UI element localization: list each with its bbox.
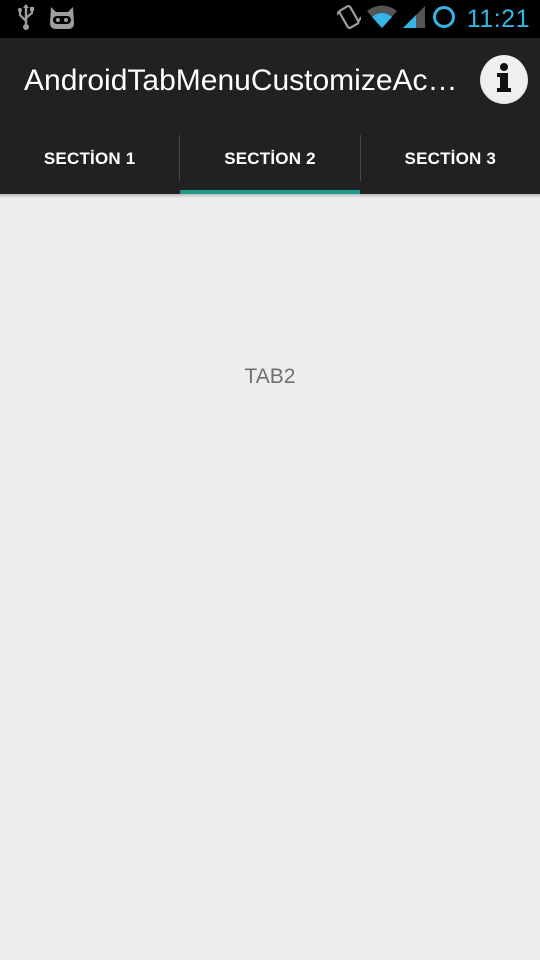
signal-icon bbox=[402, 4, 425, 34]
vibrate-icon bbox=[335, 3, 362, 35]
tab-content-text: TAB2 bbox=[244, 365, 296, 388]
tab-bar: SECTİON 1 SECTİON 2 SECTİON 3 bbox=[0, 124, 540, 194]
status-bar-right: 11:21 bbox=[335, 3, 530, 35]
cyanogenmod-icon bbox=[48, 3, 76, 35]
tab-label: SECTİON 2 bbox=[224, 149, 316, 168]
tab-section-2[interactable]: SECTİON 2 bbox=[180, 124, 360, 194]
status-bar-clock: 11:21 bbox=[466, 4, 530, 33]
tab-section-3[interactable]: SECTİON 3 bbox=[361, 124, 540, 194]
usb-icon bbox=[16, 3, 36, 35]
sync-icon bbox=[431, 4, 457, 34]
screen: 11:21 AndroidTabMenuCustomizeAc… SECTİON… bbox=[0, 0, 540, 960]
status-bar-left bbox=[16, 4, 76, 34]
app-title: AndroidTabMenuCustomizeAc… bbox=[24, 64, 458, 97]
tab-section-1[interactable]: SECTİON 1 bbox=[0, 124, 179, 194]
info-button[interactable] bbox=[480, 54, 528, 106]
tab-label: SECTİON 3 bbox=[404, 149, 497, 168]
tab-bar-shadow bbox=[0, 194, 540, 198]
wifi-icon bbox=[366, 4, 397, 34]
info-icon bbox=[480, 54, 528, 106]
tab-label: SECTİON 1 bbox=[43, 149, 136, 168]
status-bar: 11:21 bbox=[0, 0, 540, 38]
action-bar: AndroidTabMenuCustomizeAc… bbox=[0, 38, 540, 124]
